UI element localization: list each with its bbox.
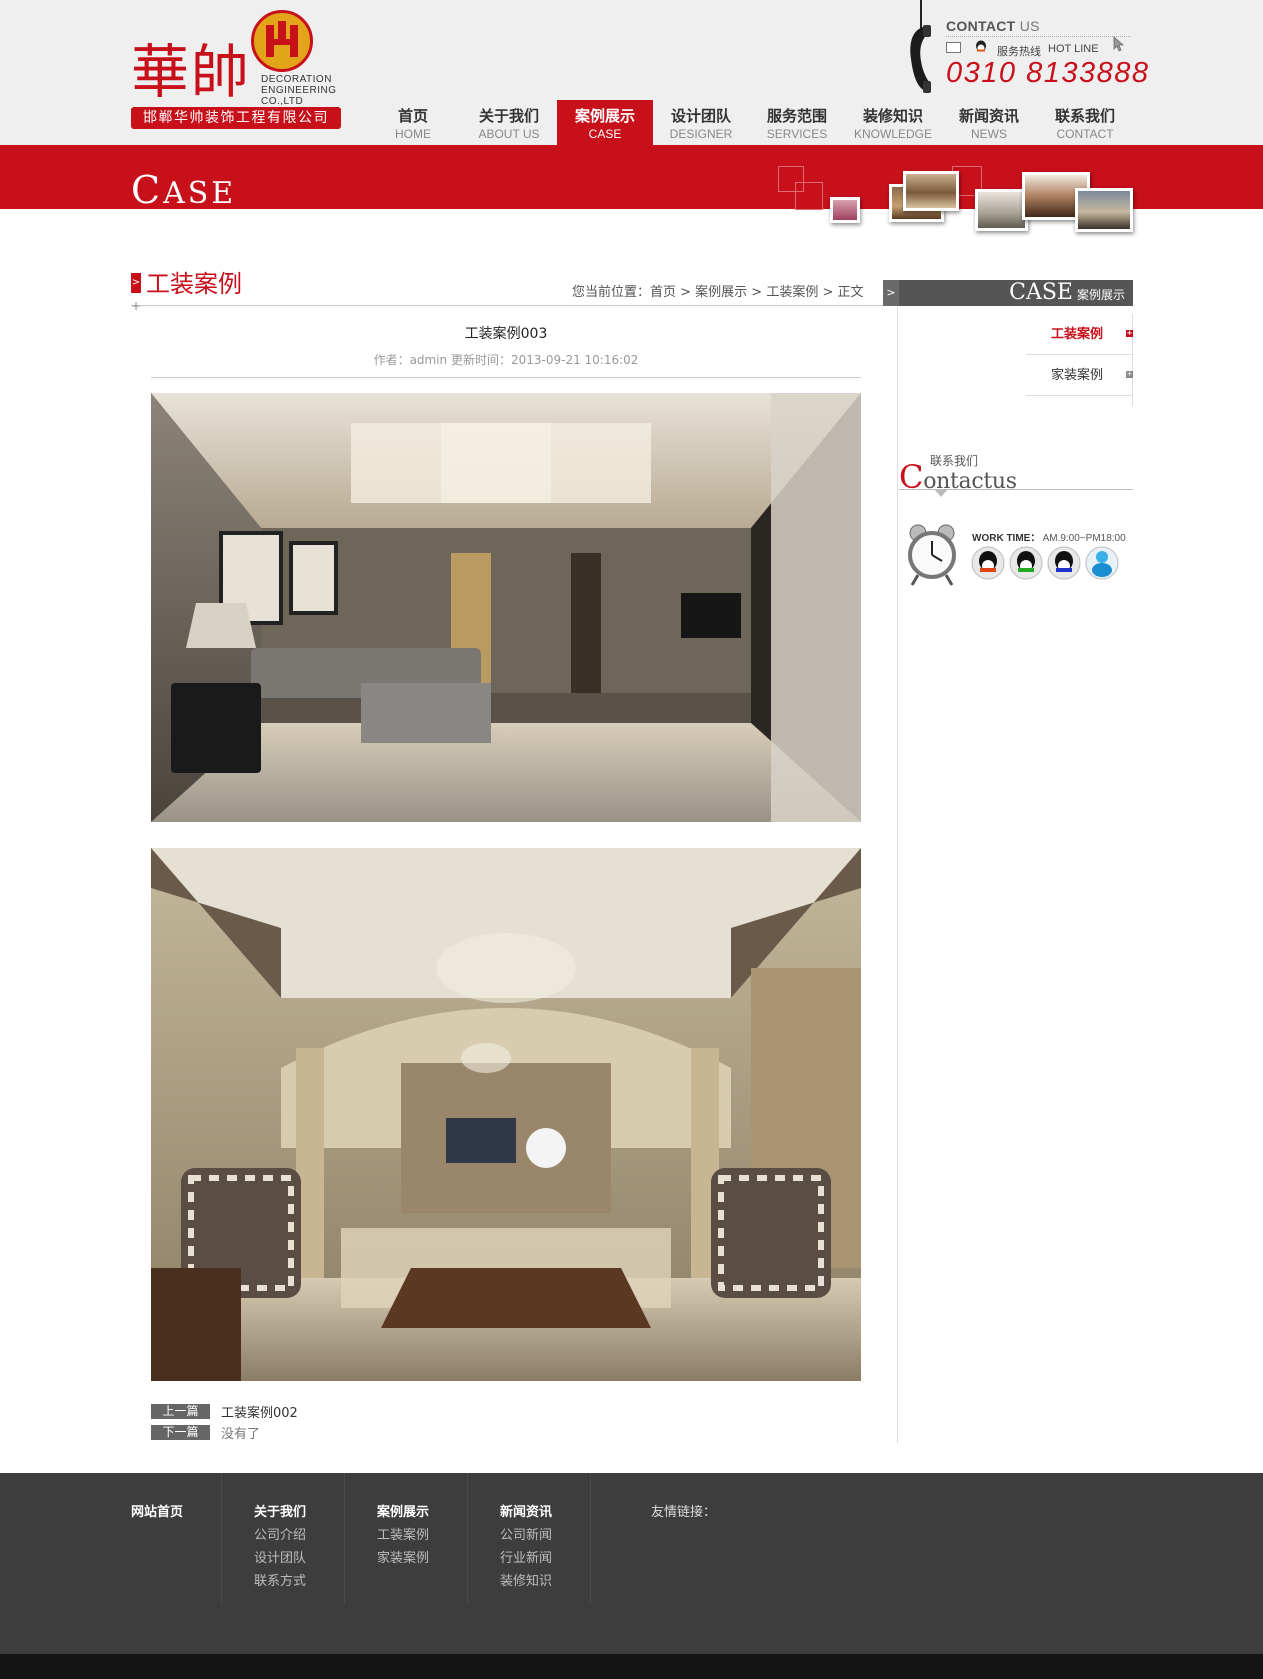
logo-emblem-icon bbox=[251, 10, 313, 72]
nav-services[interactable]: 服务范围 SERVICES bbox=[749, 100, 845, 145]
article-meta: 作者：admin 更新时间：2013-09-21 10:16:02 bbox=[373, 353, 639, 367]
plus-icon: + bbox=[131, 299, 142, 313]
qq-chat-icon[interactable] bbox=[1047, 546, 1081, 580]
qq-chat-icon[interactable] bbox=[971, 546, 1005, 580]
nav-about[interactable]: 关于我们 ABOUT US bbox=[461, 100, 557, 145]
sidebar-title: CASE 案例展示 bbox=[1009, 280, 1125, 305]
contact-divider bbox=[946, 36, 1131, 37]
footer-bottom-bar bbox=[0, 1654, 1263, 1679]
sidebar-item-commercial-cases[interactable]: 工装案例 + bbox=[1026, 314, 1133, 355]
msn-chat-icon[interactable] bbox=[1085, 546, 1119, 580]
case-photo-living-room-modern bbox=[151, 393, 861, 822]
footer-link-home[interactable]: 网站首页 bbox=[131, 1501, 183, 1520]
footer-link[interactable]: 行业新闻 bbox=[500, 1547, 552, 1566]
banner-thumb bbox=[1075, 188, 1133, 232]
banner-deco-square bbox=[795, 182, 823, 210]
footer-link[interactable]: 家装案例 bbox=[377, 1547, 429, 1566]
chevron-right-icon: > bbox=[131, 273, 141, 293]
article-divider bbox=[151, 377, 861, 378]
footer-link[interactable]: 联系方式 bbox=[254, 1570, 306, 1589]
main-nav: 首页 HOME 关于我们 ABOUT US 案例展示 CASE 设计团队 DESIGNE… bbox=[365, 100, 1133, 145]
company-full-name: 邯郸华帅装饰工程有限公司 bbox=[131, 107, 341, 129]
prev-label: 上一篇 bbox=[151, 1404, 210, 1419]
qq-chat-icon[interactable] bbox=[1009, 546, 1043, 580]
sidebar-header: > CASE 案例展示 bbox=[883, 280, 1133, 306]
next-article-row: 下一篇 没有了 bbox=[151, 1423, 260, 1442]
footer-friend-links-label: 友情链接： bbox=[651, 1505, 717, 1520]
plus-icon: + bbox=[1126, 370, 1133, 378]
nav-home[interactable]: 首页 HOME bbox=[365, 100, 461, 145]
breadcrumb[interactable]: 您当前位置：首页 > 案例展示 > 工装案例 > 正文 bbox=[572, 281, 863, 300]
nav-contact[interactable]: 联系我们 CONTACT bbox=[1037, 100, 1133, 145]
logo-english-name: DECORATION ENGINEERING CO.,LTD bbox=[261, 74, 337, 107]
next-article-text: 没有了 bbox=[221, 1427, 261, 1442]
qq-icon bbox=[976, 40, 986, 52]
footer-link[interactable]: 公司新闻 bbox=[500, 1524, 552, 1543]
footer-heading-case[interactable]: 案例展示 bbox=[377, 1501, 429, 1520]
article-title: 工装案例003 bbox=[464, 326, 548, 342]
footer-link[interactable]: 公司介绍 bbox=[254, 1524, 306, 1543]
prev-article-link[interactable]: 工装案例002 bbox=[221, 1402, 298, 1421]
banner-thumb bbox=[975, 189, 1028, 231]
section-title: 工装案例 bbox=[146, 270, 242, 298]
caret-down-icon bbox=[934, 489, 948, 497]
hotline-label-en: HOT LINE bbox=[1048, 43, 1099, 55]
work-time: WORK TIME： AM.9:00~PM18:00 bbox=[972, 533, 1126, 544]
mail-icon bbox=[946, 42, 961, 53]
nav-knowledge[interactable]: 装修知识 KNOWLEDGE bbox=[845, 100, 941, 145]
logo-chinese-name: 華帥 bbox=[131, 38, 252, 106]
telephone-icon bbox=[910, 25, 931, 93]
contact-us-heading: CONTACT US bbox=[946, 18, 1040, 34]
banner-title: CASE bbox=[131, 168, 237, 212]
hotline-number[interactable]: 0310 8133888 bbox=[946, 57, 1149, 90]
banner-thumb bbox=[830, 197, 860, 223]
footer-link[interactable]: 设计团队 bbox=[254, 1547, 306, 1566]
footer-heading-news[interactable]: 新闻资讯 bbox=[500, 1501, 552, 1520]
nav-designer[interactable]: 设计团队 DESIGNER bbox=[653, 100, 749, 145]
sidebar-category-list: 工装案例 + 家装案例 + bbox=[1026, 314, 1133, 396]
alarm-clock-icon bbox=[908, 524, 956, 586]
cursor-icon bbox=[1113, 36, 1125, 52]
section-divider bbox=[131, 305, 883, 306]
nav-case[interactable]: 案例展示 CASE bbox=[557, 100, 653, 145]
chevron-right-icon: > bbox=[883, 280, 899, 306]
sidebar-divider bbox=[897, 280, 898, 1443]
site-logo[interactable]: 華帥 DECORATION ENGINEERING CO.,LTD 邯郸华帅装饰… bbox=[131, 10, 346, 135]
banner-thumb bbox=[903, 171, 959, 211]
footer-link[interactable]: 装修知识 bbox=[500, 1570, 552, 1589]
nav-news[interactable]: 新闻资讯 NEWS bbox=[941, 100, 1037, 145]
case-photo-living-room-classic bbox=[151, 848, 861, 1381]
next-label: 下一篇 bbox=[151, 1425, 210, 1440]
prev-article-row: 上一篇 工装案例002 bbox=[151, 1402, 298, 1421]
footer-heading-about[interactable]: 关于我们 bbox=[254, 1501, 306, 1520]
sidebar-item-home-cases[interactable]: 家装案例 + bbox=[1026, 355, 1133, 396]
footer-col-home bbox=[131, 1473, 222, 1605]
footer-link[interactable]: 工装案例 bbox=[377, 1524, 429, 1543]
plus-icon: + bbox=[1126, 329, 1133, 337]
